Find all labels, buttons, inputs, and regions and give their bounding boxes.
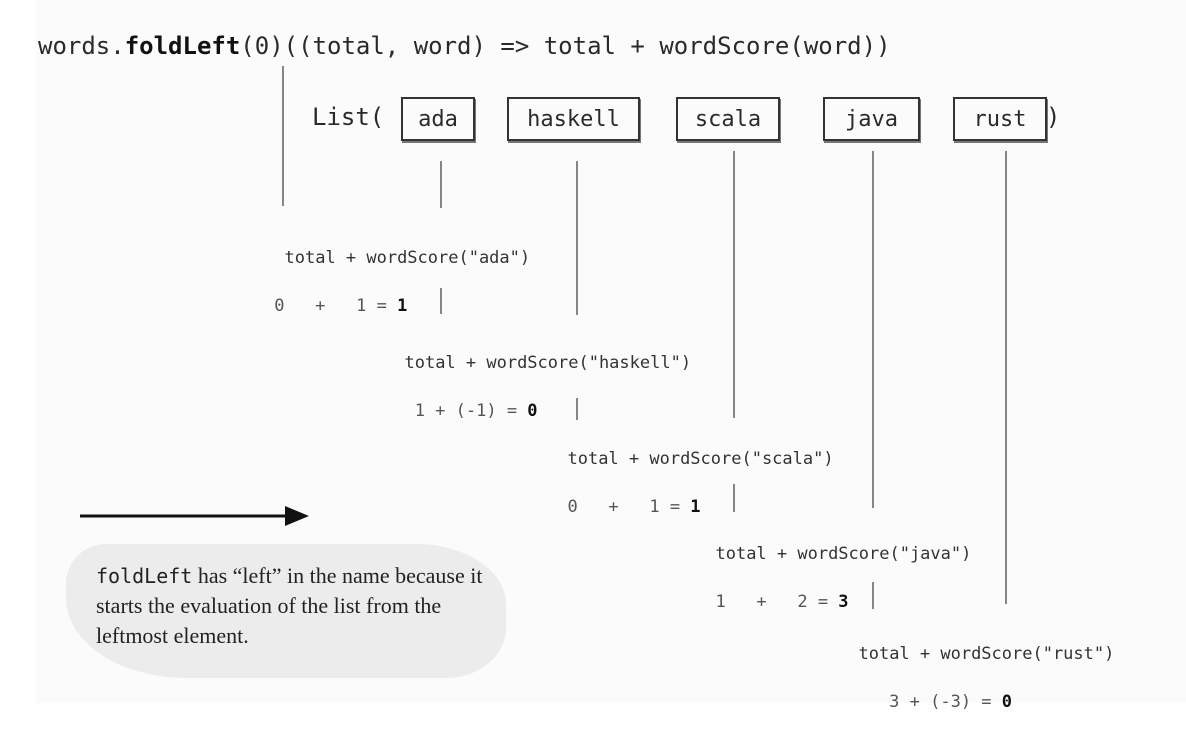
step-calculation: 3 + (-3) = 0 <box>838 692 1013 712</box>
note-code-word: foldLeft <box>96 564 193 588</box>
step-result: 1 <box>690 497 701 517</box>
step-expression: total + wordScore("scala") <box>567 449 834 469</box>
step-result: 1 <box>397 296 408 316</box>
word-box-java: java <box>823 97 920 141</box>
word-box-rust: rust <box>953 97 1047 141</box>
step-expression: total + wordScore("ada") <box>284 248 531 268</box>
word-box-scala: scala <box>676 97 780 141</box>
direction-arrow-head <box>285 506 309 526</box>
foldleft-expression: words.foldLeft(0)((total, word) => total… <box>38 30 891 62</box>
step-rust: total + wordScore("rust") 3 + (-3) = 0 <box>838 618 1114 738</box>
step-calculation: 0 + 1 = 1 <box>547 497 701 517</box>
step-result: 3 <box>838 592 849 612</box>
step-result: 0 <box>527 401 538 421</box>
word-box-ada: ada <box>401 97 475 141</box>
list-close: ) <box>1046 103 1061 131</box>
step-calculation: 0 + 1 = 1 <box>264 296 408 316</box>
step-calculation: 1 + (-1) = 0 <box>384 401 538 421</box>
code-prefix: words. <box>38 32 125 60</box>
step-expression: total + wordScore("haskell") <box>404 353 692 373</box>
step-result: 0 <box>1001 692 1013 712</box>
step-calculation: 1 + 2 = 3 <box>695 592 849 612</box>
code-method: foldLeft <box>124 32 241 60</box>
step-expression: total + wordScore("rust") <box>858 644 1115 664</box>
step-expression: total + wordScore("java") <box>715 544 972 564</box>
word-box-haskell: haskell <box>507 97 640 141</box>
list-open: List( <box>312 103 385 131</box>
note-text: foldLeft has “left” in the name because … <box>96 561 496 651</box>
code-suffix: (0)((total, word) => total + wordScore(w… <box>240 32 891 60</box>
step-ada: total + wordScore("ada") 0 + 1 = 1 <box>264 222 530 342</box>
